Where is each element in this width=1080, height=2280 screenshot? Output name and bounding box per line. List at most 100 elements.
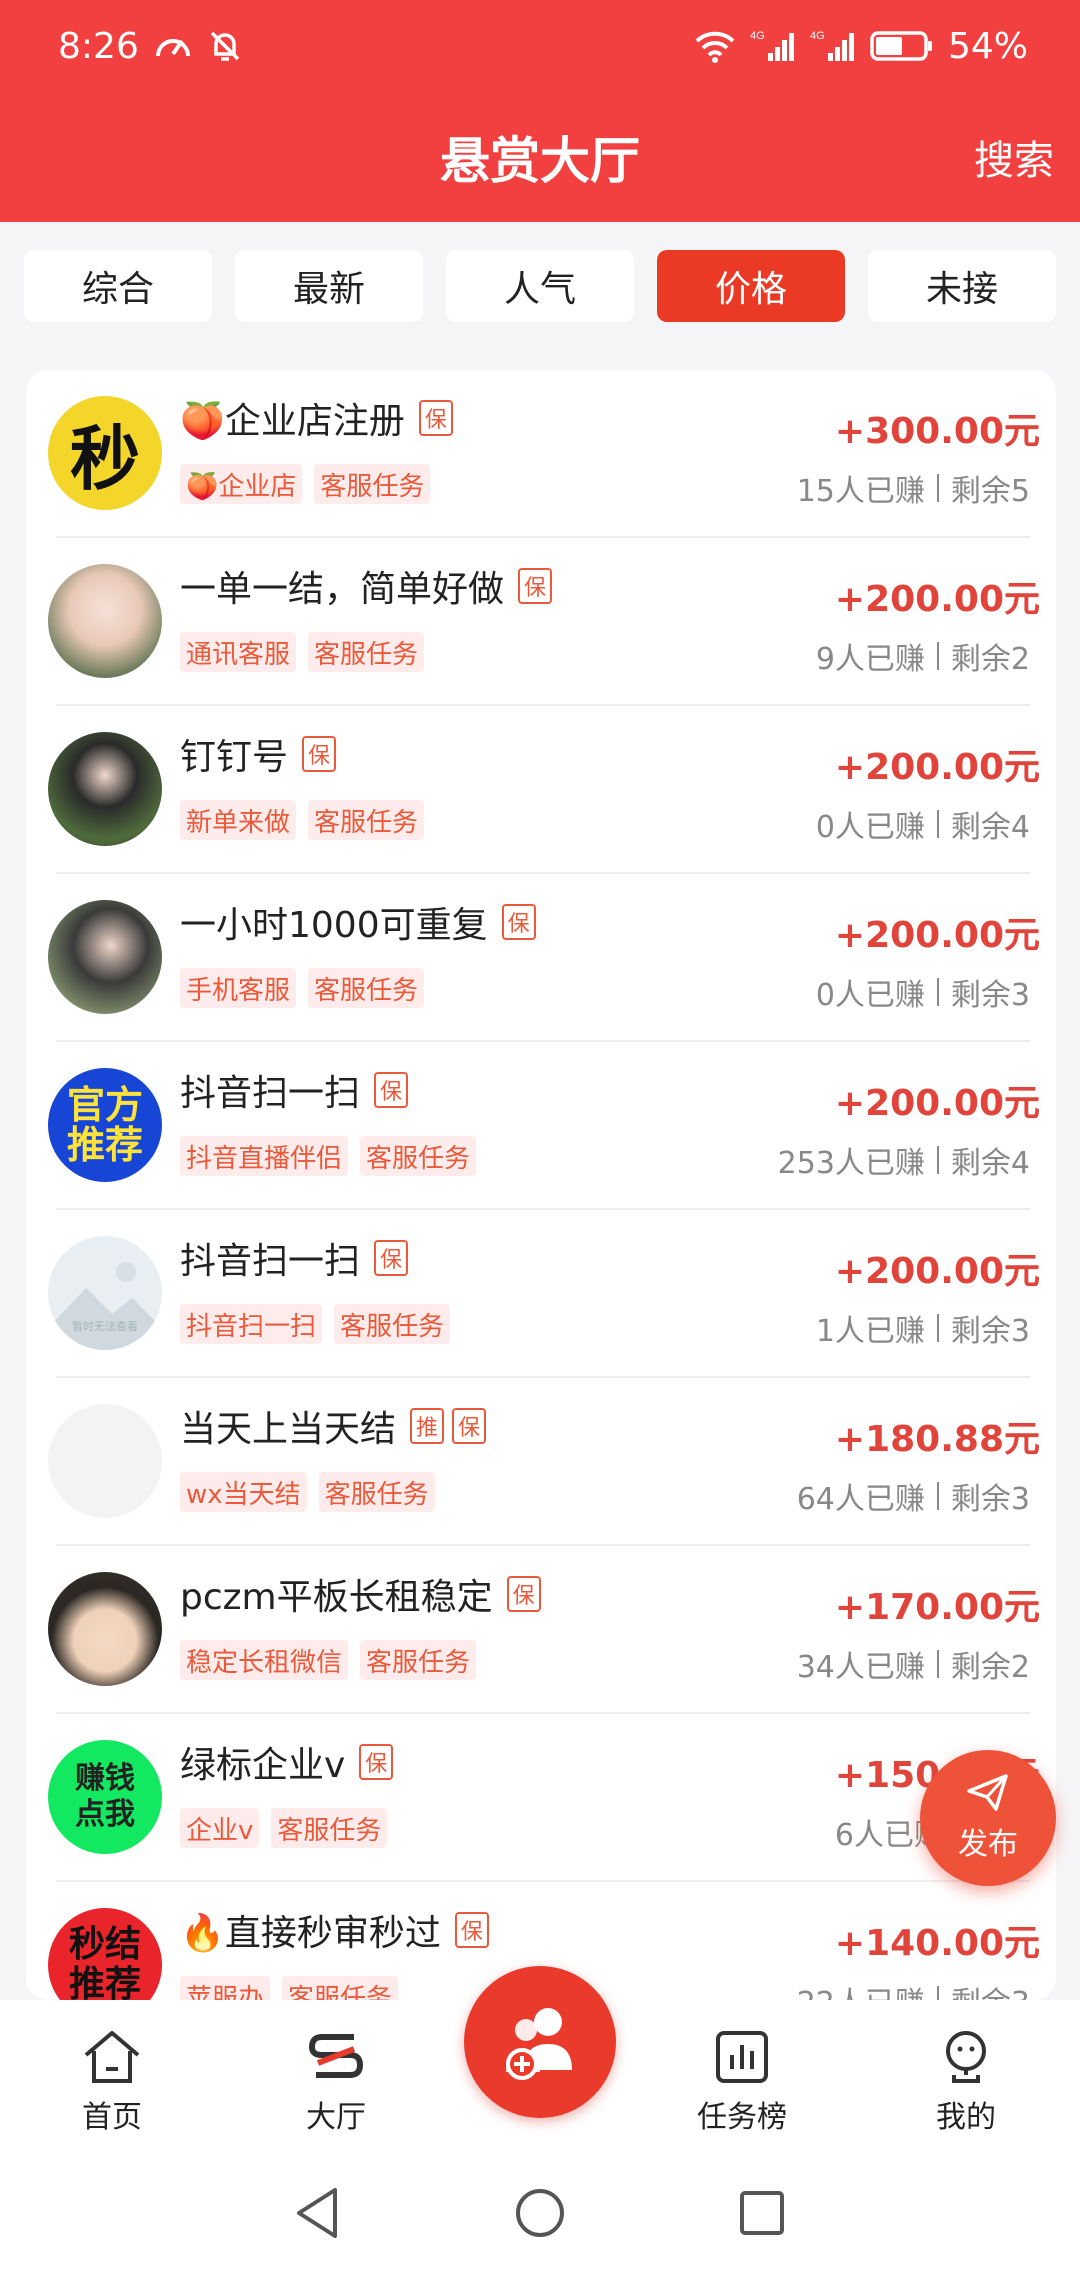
tab-unaccepted[interactable]: 未接: [868, 250, 1056, 322]
tab-newest[interactable]: 最新: [235, 250, 423, 322]
task-stats: 1人已赚 剩余3: [816, 1306, 1030, 1350]
tab-price[interactable]: 价格: [657, 250, 845, 322]
signal-icon: 4G: [750, 29, 796, 63]
task-tags: 手机客服 客服任务: [180, 968, 425, 1008]
task-price: +200.00元: [834, 747, 1040, 788]
task-row[interactable]: 一单一结，简单好做 保 通讯客服 客服任务 +200.00元 9人已赚 剩余2: [26, 538, 1056, 706]
task-price: +200.00元: [834, 915, 1040, 956]
guarantee-badge: 保: [501, 904, 536, 940]
avatar: 官方推荐: [48, 1068, 162, 1182]
avatar: 秒: [48, 396, 162, 510]
task-tags: 新单来做 客服任务: [180, 800, 425, 840]
task-tag: 手机客服: [180, 968, 297, 1008]
avatar: [48, 900, 162, 1014]
task-tag: 客服任务: [271, 1808, 388, 1848]
task-price: +170.00元: [834, 1587, 1040, 1628]
add-task-button[interactable]: [464, 1966, 616, 2118]
divider: [936, 1986, 939, 2000]
battery-percent: 54%: [947, 25, 1028, 67]
avatar: [48, 1404, 162, 1518]
task-tag: 客服任务: [308, 632, 425, 672]
task-tag: 企业v: [180, 1808, 260, 1848]
tab-comprehensive[interactable]: 综合: [24, 250, 212, 322]
nav-ranking[interactable]: 任务榜: [662, 2022, 822, 2142]
wifi-icon: [694, 29, 736, 63]
task-tag: 客服任务: [308, 968, 425, 1008]
recent-apps-icon[interactable]: [737, 2188, 787, 2242]
task-tag: 🍑企业店: [180, 464, 303, 504]
guarantee-badge: 保: [506, 1576, 541, 1612]
add-users-icon: [492, 1992, 588, 2092]
task-stats: 64人已赚 剩余3: [797, 1474, 1030, 1518]
home-circle-icon[interactable]: [513, 2186, 567, 2244]
remaining-count: 剩余5: [950, 474, 1030, 509]
task-title: 🔥直接秒审秒过 保: [180, 1904, 489, 1956]
status-time: 8:26: [58, 25, 139, 67]
task-title-text: 抖音扫一扫: [180, 1241, 361, 1282]
avatar: 秒结推荐: [48, 1908, 162, 2000]
task-row[interactable]: 赚钱点我 绿标企业v 保 企业v 客服任务 +150.00元 6人已赚 剩余: [26, 1714, 1056, 1882]
guarantee-badge: 保: [374, 1240, 409, 1276]
paper-plane-icon: [966, 1773, 1010, 1817]
task-title: 抖音扫一扫 保: [180, 1064, 409, 1116]
task-tag: 客服任务: [360, 1640, 477, 1680]
task-row[interactable]: pczm平板长租稳定 保 稳定长租微信 客服任务 +170.00元 34人已赚 …: [26, 1546, 1056, 1714]
task-row[interactable]: 秒 🍑企业店注册 保 🍑企业店 客服任务 +300.00元 15人已赚 剩余5: [26, 370, 1056, 538]
task-row[interactable]: 钉钉号 保 新单来做 客服任务 +200.00元 0人已赚 剩余4: [26, 706, 1056, 874]
task-row[interactable]: 暂时无法查看 抖音扫一扫 保 抖音扫一扫 客服任务 +200.00元 1人已赚 …: [26, 1210, 1056, 1378]
earned-count: 15人已赚: [796, 474, 925, 509]
recommend-badge: 推: [410, 1408, 445, 1444]
avatar-text: 官方推荐: [66, 1083, 143, 1167]
search-button[interactable]: 搜索: [974, 92, 1054, 222]
task-title-text: pczm平板长租稳定: [180, 1577, 493, 1618]
guarantee-badge: 保: [374, 1072, 409, 1108]
task-title: 钉钉号 保: [180, 728, 337, 780]
guarantee-badge: 保: [418, 400, 453, 436]
home-icon: [80, 2022, 144, 2092]
earned-count: 253人已赚: [777, 1146, 925, 1181]
task-tag: 客服任务: [360, 1136, 477, 1176]
system-nav-bar: [0, 2150, 1080, 2280]
earned-count: 1人已赚: [815, 1314, 925, 1349]
task-title-text: 绿标企业v: [180, 1745, 346, 1786]
avatar-text: 暂时无法查看: [72, 1320, 138, 1333]
task-price: +200.00元: [834, 1083, 1040, 1124]
remaining-count: 剩余2: [950, 1650, 1030, 1685]
task-row[interactable]: 当天上当天结 推 保 wx当天结 客服任务 +180.88元 64人已赚 剩余3: [26, 1378, 1056, 1546]
tab-popular[interactable]: 人气: [446, 250, 634, 322]
divider: [936, 810, 939, 838]
remaining-count: 剩余2: [950, 642, 1030, 677]
avatar-text: 秒结推荐: [68, 1924, 141, 2001]
remaining-count: 剩余4: [950, 1146, 1030, 1181]
task-row[interactable]: 官方推荐 抖音扫一扫 保 抖音直播伴侣 客服任务 +200.00元 253人已赚…: [26, 1042, 1056, 1210]
divider: [936, 1650, 939, 1678]
task-list: 秒 🍑企业店注册 保 🍑企业店 客服任务 +300.00元 15人已赚 剩余5 …: [26, 370, 1056, 2000]
task-row[interactable]: 一小时1000可重复 保 手机客服 客服任务 +200.00元 0人已赚 剩余3: [26, 874, 1056, 1042]
task-stats: 22人已赚 剩余3: [797, 1978, 1030, 2000]
ranking-chart-icon: [710, 2022, 774, 2092]
task-tag: wx当天结: [180, 1472, 307, 1512]
nav-home[interactable]: 首页: [32, 2022, 192, 2142]
earned-count: 22人已赚: [797, 1978, 925, 2000]
status-bar: 8:26 4G 4G 54%: [0, 0, 1080, 92]
task-price: +200.00元: [834, 1251, 1040, 1292]
publish-button[interactable]: 发布: [920, 1750, 1056, 1886]
task-tag: 新单来做: [180, 800, 297, 840]
guarantee-badge: 保: [302, 736, 337, 772]
divider: [936, 474, 939, 502]
earned-count: 34人已赚: [796, 1650, 925, 1685]
task-title-text: 一小时1000可重复: [180, 905, 488, 946]
filter-tabs: 综合 最新 人气 价格 未接: [0, 222, 1080, 350]
back-icon[interactable]: [293, 2186, 343, 2244]
task-title: pczm平板长租稳定 保: [180, 1568, 541, 1620]
remaining-count: 剩余3: [950, 1314, 1030, 1349]
earned-count: 9人已赚: [815, 642, 925, 677]
divider: [936, 1146, 939, 1174]
nav-mine[interactable]: 我的: [886, 2022, 1046, 2142]
task-stats: 0人已赚 剩余4: [816, 802, 1030, 846]
task-tags: wx当天结 客服任务: [180, 1472, 435, 1512]
task-tags: 苹服办 客服任务: [180, 1976, 399, 2000]
task-tag: 稳定长租微信: [180, 1640, 349, 1680]
nav-ranking-label: 任务榜: [697, 2100, 787, 2135]
nav-hall[interactable]: 大厅: [256, 2022, 416, 2142]
